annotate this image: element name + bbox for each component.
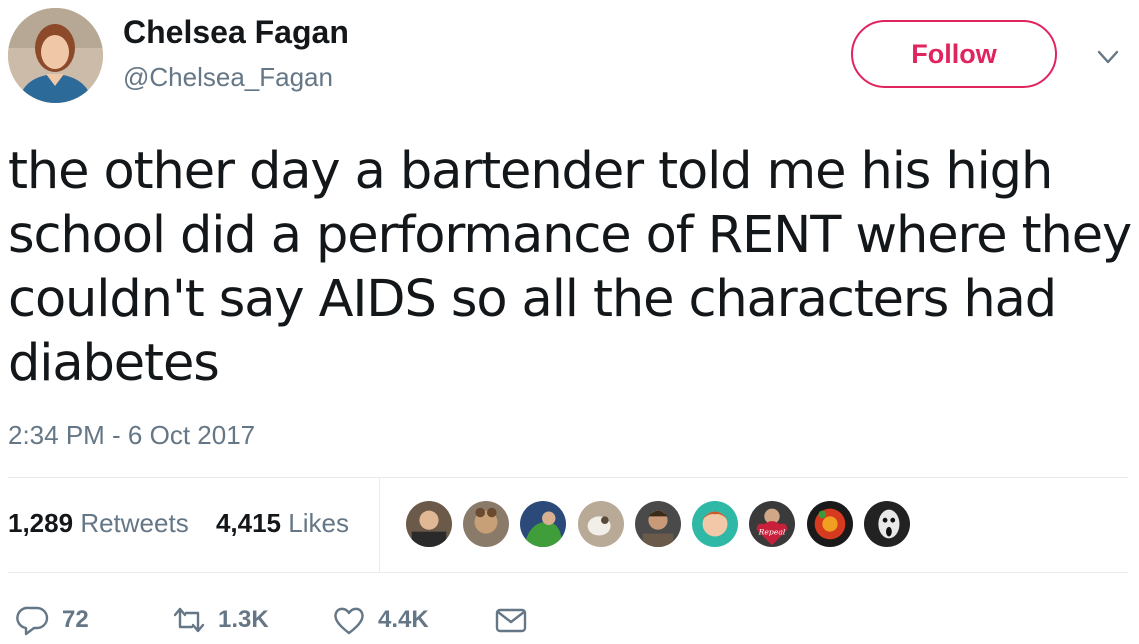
- likes-stat[interactable]: 4,415 Likes: [216, 508, 349, 539]
- divider: [8, 572, 1128, 573]
- retweets-stat[interactable]: 1,289 Retweets: [8, 508, 189, 539]
- heart-icon: [334, 607, 364, 635]
- chevron-down-icon[interactable]: [1093, 42, 1123, 72]
- follow-button[interactable]: Follow: [851, 20, 1057, 88]
- liker-avatar-8[interactable]: [806, 500, 854, 548]
- message-action[interactable]: [494, 600, 540, 640]
- divider: [8, 477, 1128, 478]
- reply-icon: [16, 606, 49, 636]
- retweet-icon: [173, 607, 205, 633]
- retweets-count: 1,289: [8, 508, 74, 538]
- stats-divider: [379, 477, 380, 572]
- liker-avatar-5[interactable]: [634, 500, 682, 548]
- tweet-timestamp[interactable]: 2:34 PM - 6 Oct 2017: [8, 420, 255, 451]
- reply-action[interactable]: 72: [16, 600, 89, 640]
- liker-avatar-1[interactable]: [405, 500, 453, 548]
- tweet-actions: 72 1.3K 4.4K: [0, 600, 1139, 640]
- retweet-count: 1.3K: [218, 606, 269, 633]
- envelope-icon: [495, 608, 527, 633]
- retweets-label: Retweets: [80, 508, 189, 538]
- retweet-action[interactable]: 1.3K: [172, 600, 269, 640]
- avatar-badge-text: Repeal: [758, 528, 786, 537]
- likes-count: 4,415: [215, 508, 282, 538]
- liker-avatar-4[interactable]: [577, 500, 625, 548]
- username[interactable]: @Chelsea_Fagan: [123, 62, 333, 93]
- reply-count: 72: [62, 606, 89, 633]
- display-name[interactable]: Chelsea Fagan: [123, 14, 349, 51]
- liker-avatar-9[interactable]: [863, 500, 911, 548]
- tweet-text: the other day a bartender told me his hi…: [8, 142, 1132, 393]
- liker-avatar-2[interactable]: [462, 500, 510, 548]
- tweet-stats: 1,289 Retweets 4,415 Likes: [8, 508, 369, 539]
- liker-avatar-3[interactable]: [519, 500, 567, 548]
- like-count: 4.4K: [378, 606, 429, 633]
- profile-avatar[interactable]: [8, 8, 103, 103]
- likes-label: Likes: [288, 508, 349, 538]
- like-action[interactable]: 4.4K: [332, 600, 429, 640]
- liker-avatar-7[interactable]: Repeal: [748, 500, 796, 548]
- liker-avatar-6[interactable]: [691, 500, 739, 548]
